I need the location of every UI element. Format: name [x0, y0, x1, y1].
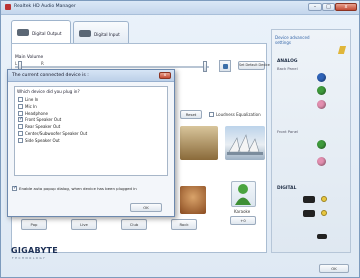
gigabyte-logo-sub: TECHNOLOGY — [12, 256, 47, 260]
volume-slider-thumb[interactable] — [203, 61, 208, 72]
dialog-ok-button[interactable]: OK — [130, 203, 162, 212]
device-option-checkbox[interactable] — [18, 137, 23, 143]
front-panel-label: Front Panel — [277, 129, 299, 134]
back-panel-label: Back Panel — [277, 66, 298, 71]
maximize-button[interactable]: □ — [322, 3, 335, 11]
coaxial-icon[interactable] — [321, 196, 327, 202]
preset-live-button[interactable]: Live — [71, 219, 97, 230]
device-option-label: Headphone — [25, 110, 48, 116]
device-option-label: Front Speaker Out — [25, 117, 62, 123]
device-option-checkbox[interactable] — [18, 97, 23, 102]
auto-popup-checkbox[interactable]: ✓ — [12, 186, 17, 191]
tab-label: Digital Input — [94, 32, 120, 37]
reset-button[interactable]: Reset — [180, 110, 202, 119]
device-option-checkbox[interactable]: ✓ — [18, 116, 24, 123]
mute-button[interactable] — [219, 60, 231, 72]
spdif-icon[interactable] — [303, 196, 315, 203]
app-icon — [5, 4, 11, 10]
device-option-checkbox[interactable] — [18, 103, 23, 109]
jack-front-green-icon[interactable] — [317, 140, 326, 149]
opera-house-icon — [227, 134, 263, 155]
device-option-label: Line In — [25, 97, 39, 102]
device-option-label: Mic In — [25, 103, 37, 109]
tab-label: Digital Output — [32, 31, 62, 36]
device-option-label: Rear Speaker Out — [25, 124, 61, 130]
preset-rock-button[interactable]: Rock — [171, 219, 197, 230]
tab-digital-input[interactable]: Digital Input — [73, 21, 129, 43]
karaoke-label: Karaoke — [234, 209, 251, 214]
coaxial-out-icon[interactable] — [321, 210, 327, 216]
digital-title: DIGITAL — [277, 186, 297, 191]
ok-button[interactable]: OK — [319, 264, 349, 273]
analog-title: ANALOG — [277, 59, 298, 64]
karaoke-person-icon — [235, 184, 251, 205]
minimize-button[interactable]: – — [308, 3, 322, 11]
device-advanced-settings-link[interactable]: Device advanced settings — [275, 35, 310, 45]
jack-green-icon[interactable] — [317, 86, 326, 95]
environment-room-image[interactable] — [180, 126, 218, 160]
window-title: Realtek HD Audio Manager — [14, 4, 76, 9]
device-option-checkbox[interactable] — [18, 110, 23, 116]
environment-opera-image[interactable] — [225, 126, 265, 160]
preset-club-button[interactable]: Club — [121, 219, 147, 230]
dialog-title: The current connected device is : — [12, 73, 89, 78]
close-button[interactable]: x — [335, 3, 357, 11]
tab-digital-output[interactable]: Digital Output — [11, 20, 71, 44]
preset-person-image[interactable] — [180, 186, 206, 214]
speaker-icon — [79, 30, 91, 37]
hdmi-icon[interactable] — [317, 234, 327, 239]
set-default-device-button[interactable]: Set Default Device — [238, 61, 270, 70]
link-line: settings — [275, 40, 291, 45]
volume-slider-track[interactable] — [15, 66, 209, 68]
jack-blue-icon[interactable] — [317, 73, 326, 82]
jack-pink-icon[interactable] — [317, 100, 326, 109]
jack-front-pink-icon[interactable] — [317, 157, 326, 166]
loudness-checkbox[interactable] — [209, 112, 214, 117]
device-option-label: Center/Subwoofer Speaker Out — [25, 131, 88, 136]
gigabyte-logo: GIGABYTE — [11, 246, 59, 255]
checkmark-icon: ✓ — [13, 185, 18, 191]
main-volume-label: Main Volume — [15, 55, 44, 60]
speaker-icon — [17, 29, 29, 36]
dialog-title-bar: The current connected device is : x — [8, 70, 174, 82]
checkmark-icon: ✓ — [19, 116, 24, 123]
title-bar: Realtek HD Audio Manager – □ x — [1, 1, 359, 15]
loudness-label: Loudness Equalization — [216, 112, 261, 117]
device-option-label: Side Speaker Out — [25, 137, 60, 143]
speaker-icon — [223, 64, 228, 69]
dialog-question: Which device did you plug in? — [17, 89, 80, 94]
device-option-checkbox[interactable] — [18, 131, 23, 136]
karaoke-value-select[interactable]: +0 — [230, 216, 256, 225]
dialog-close-button[interactable]: x — [159, 72, 171, 79]
device-option-checkbox[interactable] — [18, 124, 23, 130]
spdif-out-icon[interactable] — [303, 210, 315, 217]
preset-pop-button[interactable]: Pop — [21, 219, 47, 230]
auto-popup-label: Enable auto popup dialog, when device ha… — [19, 186, 137, 191]
karaoke-icon-box[interactable] — [231, 181, 256, 207]
